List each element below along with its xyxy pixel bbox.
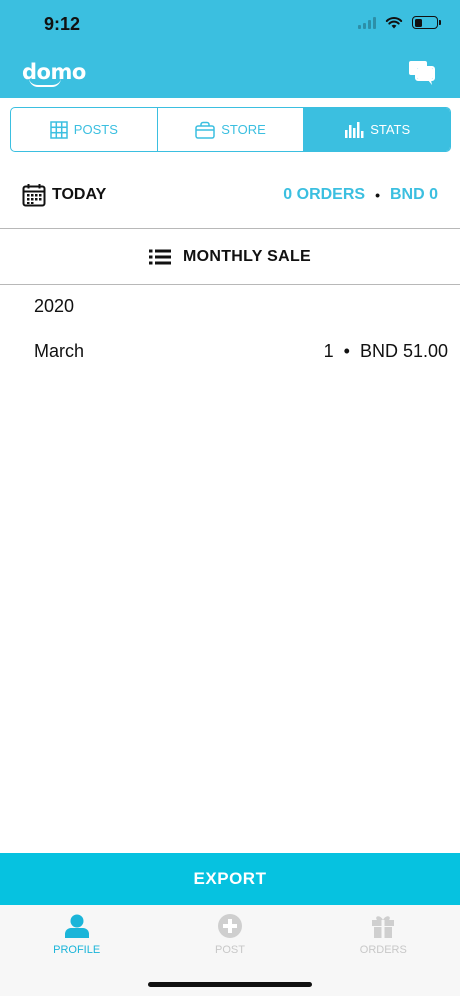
- tabbar-post-label: POST: [215, 944, 245, 956]
- wifi-icon: [385, 17, 403, 29]
- bag-icon: [195, 121, 215, 139]
- tab-store-label: STORE: [221, 122, 266, 137]
- today-amount: BND 0: [389, 186, 438, 203]
- battery-icon: [412, 16, 441, 29]
- tabbar-orders-label: ORDERS: [359, 944, 407, 956]
- person-icon: [64, 914, 89, 938]
- gift-icon: [372, 916, 395, 938]
- list-icon: [148, 249, 171, 265]
- today-totals: 0 ORDERS • BND 0: [283, 186, 438, 204]
- signal-icon: [358, 16, 376, 29]
- today-separator: •: [375, 187, 380, 203]
- today-label: TODAY: [52, 186, 107, 203]
- calendar-icon: [22, 184, 46, 207]
- divider-top: [0, 228, 460, 229]
- export-button[interactable]: EXPORT: [0, 853, 460, 905]
- segment-tabs: POSTS STORE STATS: [10, 107, 451, 152]
- grid-icon: [50, 120, 68, 139]
- section-title: MONTHLY SALE: [182, 248, 312, 265]
- chat-icon[interactable]: [408, 60, 436, 86]
- today-orders: 0 ORDERS: [283, 186, 366, 203]
- tab-store[interactable]: STORE: [158, 108, 305, 151]
- plus-circle-icon: [217, 914, 242, 938]
- app-header: 9:12 domo: [0, 0, 460, 98]
- logo-smile: [29, 78, 61, 87]
- today-selector[interactable]: TODAY: [22, 183, 106, 207]
- today-summary: TODAY 0 ORDERS • BND 0: [0, 170, 460, 220]
- sales-count: 1: [323, 341, 334, 361]
- sales-row: March 1 • BND 51.00: [34, 341, 448, 362]
- sales-amount: BND 51.00: [359, 341, 448, 361]
- tab-posts[interactable]: POSTS: [11, 108, 158, 151]
- bar-chart-icon: [345, 121, 364, 138]
- monthly-sale-header: MONTHLY SALE: [0, 230, 460, 284]
- status-icons: [358, 16, 441, 29]
- tab-stats[interactable]: STATS: [304, 108, 450, 151]
- tabbar-orders[interactable]: ORDERS: [307, 905, 460, 996]
- divider-section: [0, 284, 460, 285]
- status-time: 9:12: [44, 14, 81, 34]
- tab-stats-label: STATS: [370, 122, 411, 137]
- tabbar-profile-label: PROFILE: [53, 944, 101, 956]
- tabbar-profile[interactable]: PROFILE: [0, 905, 153, 996]
- sales-month: March: [34, 341, 85, 361]
- sales-separator: •: [343, 341, 350, 361]
- tab-posts-label: POSTS: [73, 122, 118, 137]
- sales-year: 2020: [34, 296, 75, 316]
- home-indicator: [148, 982, 312, 987]
